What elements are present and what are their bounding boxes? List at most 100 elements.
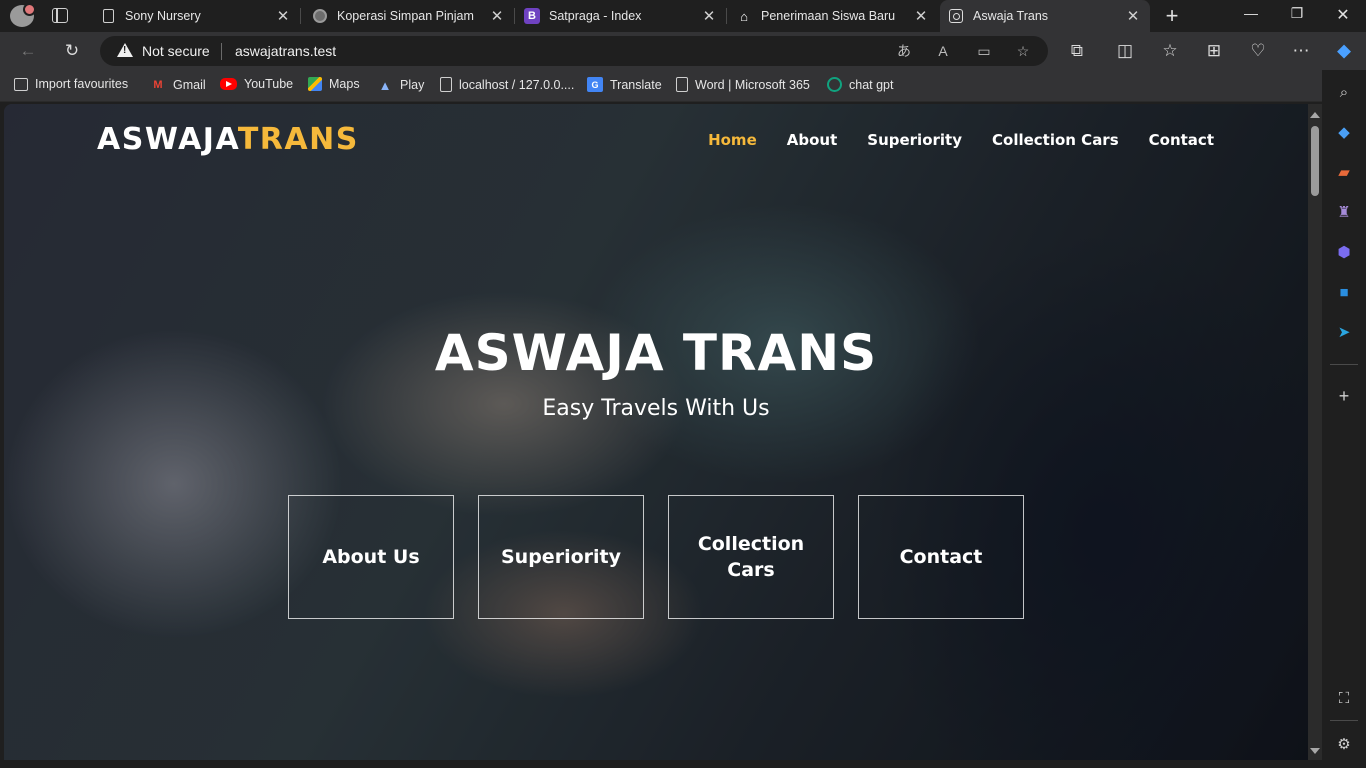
refresh-button[interactable]: ↻ [60, 39, 84, 63]
url-text[interactable]: aswajatrans.test [235, 43, 336, 59]
telegram-icon[interactable]: ➤ [1334, 322, 1354, 342]
mask-icon: ⌂ [740, 8, 748, 24]
collections-icon[interactable]: ⊞ [1202, 39, 1226, 63]
bookmark-localhost[interactable]: localhost / 127.0.0.... [440, 77, 574, 92]
warning-icon[interactable] [117, 43, 133, 57]
play-icon: ▲ [378, 77, 392, 93]
bookmark-label: Gmail [173, 78, 206, 92]
bookmark-play[interactable]: ▲ Play [377, 77, 425, 93]
hero-cards: About Us Superiority Collection Cars Con… [288, 495, 1024, 619]
close-icon[interactable]: ✕ [912, 7, 930, 25]
card-superiority[interactable]: Superiority [478, 495, 644, 619]
card-collection-cars[interactable]: Collection Cars [668, 495, 834, 619]
bootstrap-icon: B [524, 8, 540, 24]
health-icon[interactable]: ♡ [1246, 39, 1270, 63]
copilot-sidebar-icon[interactable]: ⬢ [1334, 242, 1354, 262]
page-icon [676, 77, 688, 92]
tab-actions-icon[interactable] [52, 8, 68, 23]
outlook-icon[interactable]: ■ [1334, 282, 1354, 302]
close-icon[interactable]: ✕ [1124, 7, 1142, 25]
translate-icon: G [587, 77, 603, 92]
scroll-down-arrow[interactable] [1310, 748, 1320, 754]
close-window-button[interactable]: ✕ [1328, 5, 1358, 25]
nav-contact[interactable]: Contact [1149, 131, 1214, 149]
close-icon[interactable]: ✕ [274, 7, 292, 25]
logo-accent-text: TRANS [237, 122, 359, 157]
site-logo[interactable]: ASWAJATRANS [97, 122, 359, 157]
bookmark-chatgpt[interactable]: chat gpt [827, 77, 893, 92]
address-bar[interactable]: Not secure aswajatrans.test あ A ▭ ☆ [100, 36, 1048, 66]
settings-icon[interactable]: ⚙ [1334, 734, 1354, 754]
bookmark-label: Play [400, 78, 425, 92]
favorite-star-icon[interactable]: ☆ [1013, 41, 1033, 61]
nav-superiority[interactable]: Superiority [867, 131, 962, 149]
restore-button[interactable]: ❐ [1282, 5, 1312, 22]
reader-view-icon[interactable]: ▭ [974, 41, 994, 61]
back-button[interactable]: ← [16, 39, 40, 63]
close-icon[interactable]: ✕ [700, 7, 718, 25]
tab-penerimaan[interactable]: ⌂ Penerimaan Siswa Baru ✕ [728, 0, 938, 32]
games-icon[interactable]: ♜ [1334, 202, 1354, 222]
globe-icon [312, 8, 328, 24]
minimize-button[interactable]: — [1236, 5, 1266, 21]
close-icon[interactable]: ✕ [488, 7, 506, 25]
card-about-us[interactable]: About Us [288, 495, 454, 619]
nav-home[interactable]: Home [708, 131, 757, 149]
tab-sony-nursery[interactable]: Sony Nursery ✕ [90, 0, 301, 32]
chatgpt-icon [827, 77, 842, 92]
copilot-icon[interactable]: ◆ [1332, 39, 1356, 63]
navigation-toolbar: ← ↻ Not secure aswajatrans.test あ A ▭ ☆ … [0, 32, 1366, 70]
site-icon [948, 8, 964, 24]
youtube-icon [220, 78, 237, 90]
add-icon[interactable]: + [1334, 386, 1354, 406]
nav-about[interactable]: About [787, 131, 838, 149]
edge-sidebar: ⌕ ◆ ▰ ♜ ⬢ ■ ➤ + ⛶ ⚙ [1322, 70, 1366, 768]
page-icon [440, 77, 452, 92]
card-contact[interactable]: Contact [858, 495, 1024, 619]
bookmark-label: Import favourites [35, 77, 129, 91]
more-menu-icon[interactable]: ⋯ [1289, 39, 1313, 63]
bookmark-translate[interactable]: G Translate [587, 77, 662, 92]
bookmark-youtube[interactable]: YouTube [220, 77, 293, 91]
split-screen-icon[interactable]: ◫ [1113, 39, 1137, 63]
bookmark-gmail[interactable]: M Gmail [150, 77, 206, 93]
tab-aswaja-trans[interactable]: Aswaja Trans ✕ [940, 0, 1150, 32]
security-status[interactable]: Not secure [142, 43, 210, 59]
bookmark-import[interactable]: Import favourites [14, 77, 128, 91]
favourites-bar: Import favourites M Gmail YouTube Maps ▲… [0, 70, 1366, 102]
bookmark-label: Translate [610, 77, 662, 92]
tab-title: Aswaja Trans [973, 9, 1049, 23]
browser-window: Sony Nursery ✕ Koperasi Simpan Pinjam ✕ … [0, 0, 1366, 768]
tab-strip: Sony Nursery ✕ Koperasi Simpan Pinjam ✕ … [0, 0, 1366, 32]
site-nav: Home About Superiority Collection Cars C… [708, 131, 1214, 149]
tab-satpraga[interactable]: B Satpraga - Index ✕ [516, 0, 727, 32]
scroll-thumb[interactable] [1311, 126, 1319, 196]
new-tab-button[interactable]: + [1160, 3, 1184, 29]
maps-icon [308, 77, 322, 91]
shopping-tag-icon[interactable]: ◆ [1334, 122, 1354, 142]
gmail-icon: M [153, 79, 163, 91]
tab-title: Sony Nursery [125, 9, 201, 23]
tab-title: Koperasi Simpan Pinjam [337, 9, 474, 23]
translate-icon[interactable]: あ [894, 41, 914, 61]
page-scrollbar[interactable] [1308, 104, 1322, 760]
bookmark-label: Word | Microsoft 365 [695, 77, 810, 92]
bookmark-label: Maps [329, 77, 360, 91]
hero-background-image [4, 104, 1308, 760]
tools-icon[interactable]: ▰ [1334, 162, 1354, 182]
tab-title: Penerimaan Siswa Baru [761, 9, 896, 23]
extensions-icon[interactable]: ⧉ [1065, 39, 1089, 63]
tab-koperasi[interactable]: Koperasi Simpan Pinjam ✕ [302, 0, 515, 32]
read-aloud-icon[interactable]: A [933, 41, 953, 61]
favorites-icon[interactable]: ☆ [1158, 39, 1182, 63]
bookmark-maps[interactable]: Maps [308, 77, 360, 91]
nav-collection-cars[interactable]: Collection Cars [992, 131, 1119, 149]
bookmark-word[interactable]: Word | Microsoft 365 [676, 77, 810, 92]
screenshot-icon[interactable]: ⛶ [1334, 688, 1354, 708]
bookmark-label: chat gpt [849, 77, 894, 92]
search-icon[interactable]: ⌕ [1334, 82, 1354, 102]
page-icon [100, 8, 116, 24]
bookmark-label: YouTube [244, 77, 294, 91]
scroll-up-arrow[interactable] [1310, 112, 1320, 118]
profile-avatar[interactable] [10, 3, 36, 27]
